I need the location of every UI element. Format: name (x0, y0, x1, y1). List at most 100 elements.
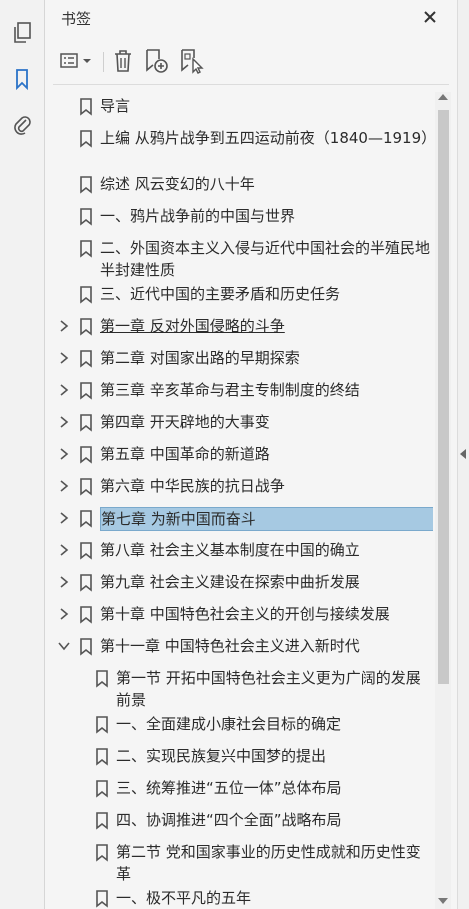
bookmark-item-icon (95, 748, 109, 766)
bookmark-row[interactable]: 导言 (45, 94, 433, 126)
bookmarks-panel: 书签 导言 上编 从鸦片战争到五四运动前夜（1840—1919） 综述 风云变幻… (45, 0, 457, 909)
bookmark-item-icon (79, 606, 93, 624)
bookmark-item-icon (79, 208, 93, 226)
bookmark-row[interactable]: 第七章 为新中国而奋斗 (45, 506, 433, 538)
bookmark-row[interactable]: 二、实现民族复兴中国梦的提出 (45, 744, 433, 776)
collapse-panel-icon[interactable] (460, 449, 466, 459)
bookmark-label[interactable]: 二、外国资本主义入侵与近代中国社会的半殖民地半封建性质 (100, 237, 430, 281)
bookmark-label[interactable]: 第十章 中国特色社会主义的开创与接续发展 (100, 603, 430, 625)
bookmark-row[interactable]: 上编 从鸦片战争到五四运动前夜（1840—1919） (45, 126, 433, 172)
bookmark-row[interactable]: 一、极不平凡的五年 (45, 886, 433, 909)
bookmark-row[interactable]: 第八章 社会主义基本制度在中国的确立 (45, 538, 433, 570)
bookmark-item-icon (79, 414, 93, 432)
bookmark-row[interactable]: 三、近代中国的主要矛盾和历史任务 (45, 282, 433, 314)
bookmark-item-icon (95, 670, 109, 688)
bookmark-item-icon (79, 350, 93, 368)
bookmark-item-icon (79, 98, 93, 116)
bookmark-row[interactable]: 第一章 反对外国侵略的斗争 (45, 314, 433, 346)
bookmark-label[interactable]: 导言 (100, 95, 430, 117)
bookmark-item-icon (95, 890, 109, 908)
attachment-icon[interactable] (9, 112, 35, 138)
bookmark-label[interactable]: 第二节 党和国家事业的历史性成就和历史性变革 (116, 841, 430, 885)
scroll-up-icon[interactable] (438, 94, 448, 100)
bookmark-label[interactable]: 第三章 辛亥革命与君主专制制度的终结 (100, 379, 430, 401)
bookmark-label[interactable]: 第七章 为新中国而奋斗 (100, 507, 433, 531)
chevron-right-icon[interactable] (57, 479, 71, 493)
bookmark-row[interactable]: 第十一章 中国特色社会主义进入新时代 (45, 634, 433, 666)
bookmark-item-icon (95, 716, 109, 734)
bookmark-label[interactable]: 第二章 对国家出路的早期探索 (100, 347, 430, 369)
bookmark-label[interactable]: 二、实现民族复兴中国梦的提出 (116, 745, 430, 767)
scrollbar[interactable] (435, 92, 451, 909)
bookmark-label[interactable]: 第九章 社会主义建设在探索中曲折发展 (100, 571, 430, 593)
bookmark-row[interactable]: 一、全面建成小康社会目标的确定 (45, 712, 433, 744)
chevron-right-icon[interactable] (57, 575, 71, 589)
navigation-rail (0, 0, 45, 909)
bookmark-row[interactable]: 第二节 党和国家事业的历史性成就和历史性变革 (45, 840, 433, 886)
bookmark-row[interactable]: 一、鸦片战争前的中国与世界 (45, 204, 433, 236)
panel-title: 书签 (61, 10, 92, 28)
panel-collapse-strip[interactable] (457, 0, 469, 909)
chevron-right-icon[interactable] (57, 511, 71, 525)
bookmark-row[interactable]: 第一节 开拓中国特色社会主义更为广阔的发展前景 (45, 666, 433, 712)
toolbar-divider (53, 84, 449, 85)
bookmark-label[interactable]: 第四章 开天辟地的大事变 (100, 411, 430, 433)
bookmark-item-icon (79, 446, 93, 464)
scroll-thumb[interactable] (438, 110, 449, 684)
chevron-right-icon[interactable] (57, 543, 71, 557)
options-menu-icon[interactable] (59, 48, 95, 74)
bookmark-label[interactable]: 第六章 中华民族的抗日战争 (100, 475, 430, 497)
scroll-down-icon[interactable] (438, 898, 448, 904)
bookmark-item-icon (79, 176, 93, 194)
delete-icon[interactable] (111, 48, 135, 74)
bookmark-row[interactable]: 第四章 开天辟地的大事变 (45, 410, 433, 442)
chevron-right-icon[interactable] (57, 383, 71, 397)
bookmark-item-icon (79, 240, 93, 258)
bookmark-row[interactable]: 四、协调推进“四个全面”战略布局 (45, 808, 433, 840)
bookmark-row[interactable]: 第五章 中国革命的新道路 (45, 442, 433, 474)
bookmark-item-icon (79, 510, 93, 528)
chevron-right-icon[interactable] (57, 607, 71, 621)
bookmark-row[interactable]: 第九章 社会主义建设在探索中曲折发展 (45, 570, 433, 602)
bookmark-item-icon (79, 286, 93, 304)
bookmark-item-icon (95, 844, 109, 862)
bookmark-label[interactable]: 第一节 开拓中国特色社会主义更为广阔的发展前景 (116, 667, 430, 711)
bookmark-label[interactable]: 一、极不平凡的五年 (116, 887, 430, 909)
bookmark-item-icon (79, 478, 93, 496)
bookmarks-toolbar (45, 44, 457, 78)
chevron-right-icon[interactable] (57, 351, 71, 365)
bookmark-label[interactable]: 上编 从鸦片战争到五四运动前夜（1840—1919） (100, 127, 433, 149)
bookmark-row[interactable]: 第六章 中华民族的抗日战争 (45, 474, 433, 506)
chevron-right-icon[interactable] (57, 415, 71, 429)
bookmark-row[interactable]: 二、外国资本主义入侵与近代中国社会的半殖民地半封建性质 (45, 236, 433, 282)
bookmark-label[interactable]: 一、鸦片战争前的中国与世界 (100, 205, 430, 227)
bookmark-row[interactable]: 第二章 对国家出路的早期探索 (45, 346, 433, 378)
bookmark-icon[interactable] (9, 66, 35, 92)
bookmark-label[interactable]: 综述 风云变幻的八十年 (100, 173, 430, 195)
bookmark-from-selection-icon[interactable] (179, 48, 205, 74)
bookmark-tree: 导言 上编 从鸦片战争到五四运动前夜（1840—1919） 综述 风云变幻的八十年一… (45, 90, 433, 909)
bookmark-item-icon (95, 812, 109, 830)
bookmark-item-icon (95, 780, 109, 798)
bookmark-label[interactable]: 第五章 中国革命的新道路 (100, 443, 430, 465)
bookmark-row[interactable]: 第三章 辛亥革命与君主专制制度的终结 (45, 378, 433, 410)
bookmark-row[interactable]: 三、统筹推进“五位一体”总体布局 (45, 776, 433, 808)
bookmark-label[interactable]: 一、全面建成小康社会目标的确定 (116, 713, 430, 735)
bookmark-label[interactable]: 三、近代中国的主要矛盾和历史任务 (100, 283, 430, 305)
bookmark-label[interactable]: 第八章 社会主义基本制度在中国的确立 (100, 539, 430, 561)
close-icon[interactable] (419, 6, 441, 28)
bookmark-label[interactable]: 四、协调推进“四个全面”战略布局 (116, 809, 430, 831)
bookmark-label[interactable]: 三、统筹推进“五位一体”总体布局 (116, 777, 430, 799)
bookmark-item-icon (79, 130, 93, 148)
bookmark-row[interactable]: 综述 风云变幻的八十年 (45, 172, 433, 204)
bookmark-row[interactable]: 第十章 中国特色社会主义的开创与接续发展 (45, 602, 433, 634)
chevron-right-icon[interactable] (57, 447, 71, 461)
bookmark-item-icon (79, 638, 93, 656)
bookmark-label[interactable]: 第十一章 中国特色社会主义进入新时代 (100, 635, 430, 657)
bookmark-label[interactable]: 第一章 反对外国侵略的斗争 (100, 315, 430, 337)
pages-icon[interactable] (9, 20, 35, 46)
chevron-down-icon[interactable] (57, 639, 71, 653)
chevron-right-icon[interactable] (57, 319, 71, 333)
new-bookmark-icon[interactable] (144, 48, 170, 74)
bookmark-item-icon (79, 382, 93, 400)
